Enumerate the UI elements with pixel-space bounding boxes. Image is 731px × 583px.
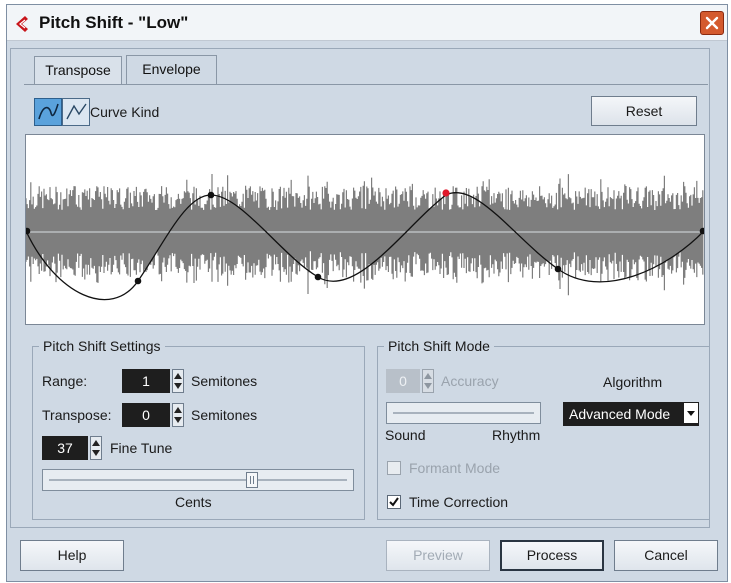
waveform-path (25, 174, 704, 296)
spin-up-icon (174, 373, 182, 379)
accuracy-field[interactable]: 0 (386, 369, 420, 393)
envelope-node[interactable] (554, 265, 562, 273)
algorithm-label: Algorithm (603, 374, 663, 390)
close-icon (705, 16, 719, 30)
spin-down-icon (92, 450, 100, 456)
spin-down-icon (174, 383, 182, 389)
envelope-node[interactable] (314, 273, 322, 281)
algorithm-dropdown[interactable]: Advanced Mode (563, 402, 699, 426)
spin-up-icon (174, 407, 182, 413)
curve-kind-label: Curve Kind (90, 104, 160, 120)
envelope-node-selected[interactable] (442, 189, 450, 197)
range-field[interactable]: 1 (122, 369, 170, 393)
preview-button[interactable]: Preview (386, 540, 490, 571)
window-title: Pitch Shift - "Low" (39, 13, 189, 32)
rhythm-label: Rhythm (492, 427, 541, 443)
time-correction-checkbox[interactable] (387, 495, 401, 509)
cents-slider[interactable] (42, 469, 354, 491)
reset-button[interactable]: Reset (591, 96, 697, 126)
close-button[interactable] (700, 11, 724, 35)
envelope-node[interactable] (207, 191, 215, 199)
fine-tune-label: Fine Tune (110, 440, 173, 456)
chevron-down-icon (684, 403, 698, 423)
help-button[interactable]: Help (20, 540, 124, 571)
accuracy-spinner[interactable] (422, 369, 434, 393)
sound-rhythm-groove (393, 412, 534, 414)
tab-transpose[interactable]: Transpose (34, 56, 122, 84)
transpose-spinner[interactable] (172, 403, 184, 427)
accuracy-label: Accuracy (441, 373, 499, 389)
transpose-unit: Semitones (191, 407, 258, 423)
linear-curve-icon (66, 103, 87, 120)
title-bar[interactable]: Pitch Shift - "Low" (7, 5, 727, 41)
cents-slider-thumb[interactable] (246, 472, 258, 488)
spin-up-icon (424, 373, 432, 379)
process-button[interactable]: Process (500, 540, 604, 571)
tab-divider (24, 84, 708, 85)
cents-slider-groove (49, 479, 347, 481)
sound-label: Sound (385, 427, 426, 443)
formant-mode-checkbox[interactable] (387, 461, 401, 475)
algorithm-value: Advanced Mode (569, 406, 671, 422)
range-label: Range: (42, 373, 88, 389)
fine-tune-spinner[interactable] (90, 436, 102, 460)
spin-down-icon (424, 383, 432, 389)
envelope-display[interactable] (23, 134, 707, 325)
formant-mode-label: Formant Mode (409, 460, 501, 476)
range-unit: Semitones (191, 373, 258, 389)
cubase-logo-icon (16, 16, 28, 32)
checkmark-icon (389, 497, 399, 507)
tab-envelope[interactable]: Envelope (126, 55, 217, 85)
pitch-shift-mode-title: Pitch Shift Mode (384, 338, 494, 354)
transpose-label: Transpose: (42, 407, 112, 423)
transpose-field[interactable]: 0 (122, 403, 170, 427)
spin-up-icon (92, 440, 100, 446)
envelope-node[interactable] (134, 277, 142, 285)
spline-curve-icon (38, 103, 59, 120)
spin-down-icon (174, 417, 182, 423)
cancel-button[interactable]: Cancel (614, 540, 718, 571)
curve-kind-linear-button[interactable] (62, 98, 90, 126)
waveform (25, 174, 704, 296)
sound-rhythm-slider[interactable] (386, 402, 541, 424)
time-correction-label: Time Correction (409, 494, 509, 510)
range-spinner[interactable] (172, 369, 184, 393)
curve-kind-spline-button[interactable] (34, 98, 62, 126)
pitch-shift-settings-title: Pitch Shift Settings (39, 338, 165, 354)
fine-tune-field[interactable]: 37 (42, 436, 88, 460)
cents-label: Cents (175, 494, 212, 510)
envelope-graph[interactable] (23, 135, 707, 324)
